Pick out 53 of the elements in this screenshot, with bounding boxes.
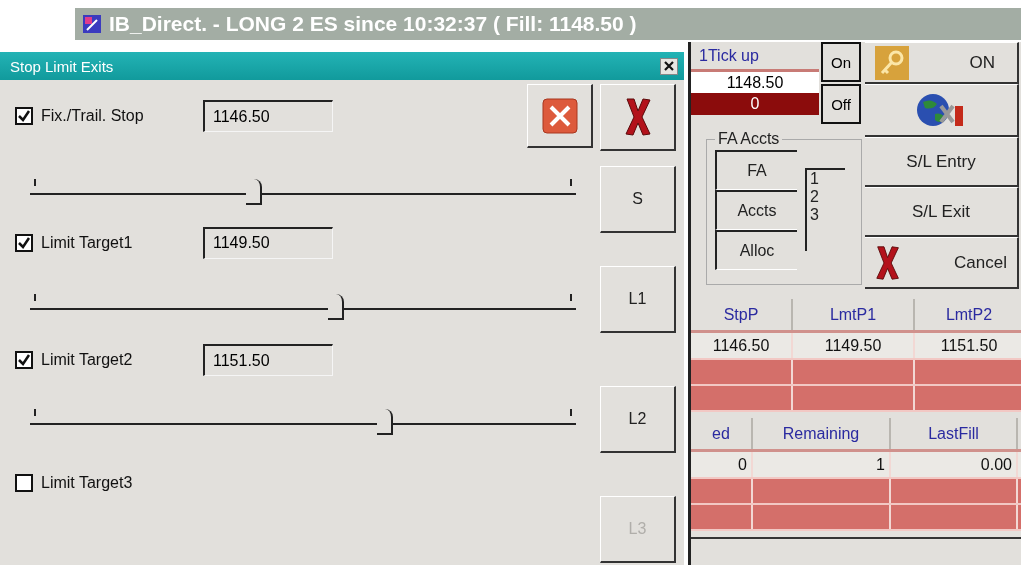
account-list[interactable]: 1 2 3: [805, 168, 845, 251]
checkbox[interactable]: [15, 107, 33, 125]
side-button[interactable]: L1: [600, 266, 676, 333]
table-cell: 1151.50: [915, 333, 1021, 358]
account-button[interactable]: Alloc: [715, 230, 797, 270]
tools-button[interactable]: [865, 84, 1019, 137]
column-header[interactable]: ed: [691, 418, 753, 449]
action-button[interactable]: S/L Entry: [865, 137, 1019, 187]
checkbox[interactable]: [15, 351, 33, 369]
checkbox-label: Limit Target3: [41, 473, 134, 492]
price-field[interactable]: 1149.50: [203, 226, 333, 259]
table-cell: 1146.50: [691, 333, 793, 358]
on-button[interactable]: ON: [865, 42, 1019, 84]
x-icon: [623, 97, 652, 137]
price-field[interactable]: 1151.50: [203, 344, 333, 376]
x-icon: [875, 244, 901, 281]
column-header[interactable]: StpP: [691, 299, 793, 330]
toggle-button[interactable]: Off: [821, 84, 861, 124]
checkbox[interactable]: [15, 233, 33, 252]
table-cell: 0: [691, 452, 753, 477]
checkbox-label: Fix./Trail. Stop: [41, 107, 145, 125]
list-item[interactable]: 3: [810, 206, 845, 224]
group-title: FA Accts: [717, 130, 781, 148]
dialog-title: Stop Limit Exits: [10, 57, 114, 75]
window-title: IB_Direct. - LONG 2 ES since 10:32:37 ( Fill: 1148.50 ): [109, 12, 637, 36]
close-button[interactable]: [660, 57, 678, 75]
account-button[interactable]: Accts: [715, 190, 797, 230]
close-icon: [664, 60, 674, 71]
toggle-button[interactable]: On: [821, 42, 861, 82]
delete-button[interactable]: [600, 84, 676, 151]
app-icon: [83, 15, 101, 33]
table-cell: 1149.50: [793, 333, 915, 358]
table-cell: 0.00: [891, 452, 1018, 477]
account-button[interactable]: FA: [715, 150, 797, 190]
column-header[interactable]: LmtP2: [915, 299, 1021, 330]
cancel-button[interactable]: Cancel: [865, 237, 1019, 289]
price-value: 1148.50: [691, 72, 819, 93]
list-item[interactable]: 1: [810, 170, 845, 188]
checkbox-label: Limit Target1: [41, 233, 134, 252]
key-icon: [875, 45, 909, 80]
checkbox[interactable]: [15, 473, 33, 492]
table-cell: 1: [753, 452, 891, 477]
column-header[interactable]: LastFill: [891, 418, 1018, 449]
side-button[interactable]: L2: [600, 386, 676, 453]
column-header[interactable]: LmtP1: [793, 299, 915, 330]
close-icon: [541, 97, 578, 134]
column-header[interactable]: Remaining: [753, 418, 891, 449]
list-item[interactable]: 2: [810, 188, 845, 206]
position-value: 0: [691, 93, 819, 115]
checkbox-label: Limit Target2: [41, 351, 134, 369]
price-field[interactable]: 1146.50: [203, 100, 333, 132]
action-button[interactable]: S/L Exit: [865, 187, 1019, 237]
side-button[interactable]: S: [600, 166, 676, 233]
